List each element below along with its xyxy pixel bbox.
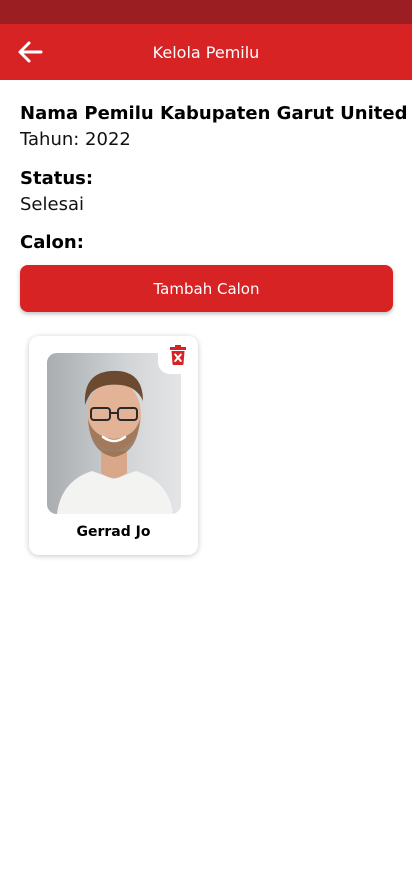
election-details: Nama Pemilu Kabupaten Garut United Tahun… [20, 100, 408, 257]
candidate-name: Gerrad Jo [76, 524, 151, 540]
trash-x-icon [170, 345, 186, 365]
status-bar [0, 0, 412, 24]
status-value: Selesai [20, 194, 84, 215]
election-year: Tahun: 2022 [20, 129, 131, 150]
back-button[interactable] [14, 37, 46, 67]
candidates-label: Calon: [20, 232, 84, 253]
status-label: Status: [20, 168, 94, 189]
election-name: Nama Pemilu Kabupaten Garut United [20, 103, 408, 124]
add-candidate-button[interactable]: Tambah Calon [20, 265, 393, 312]
arrow-left-icon [18, 41, 43, 63]
app-bar: Kelola Pemilu [0, 24, 412, 80]
candidate-card[interactable]: Gerrad Jo [29, 336, 198, 555]
page-title: Kelola Pemilu [152, 42, 260, 62]
delete-candidate-button[interactable] [158, 336, 198, 374]
candidate-photo [47, 353, 181, 514]
